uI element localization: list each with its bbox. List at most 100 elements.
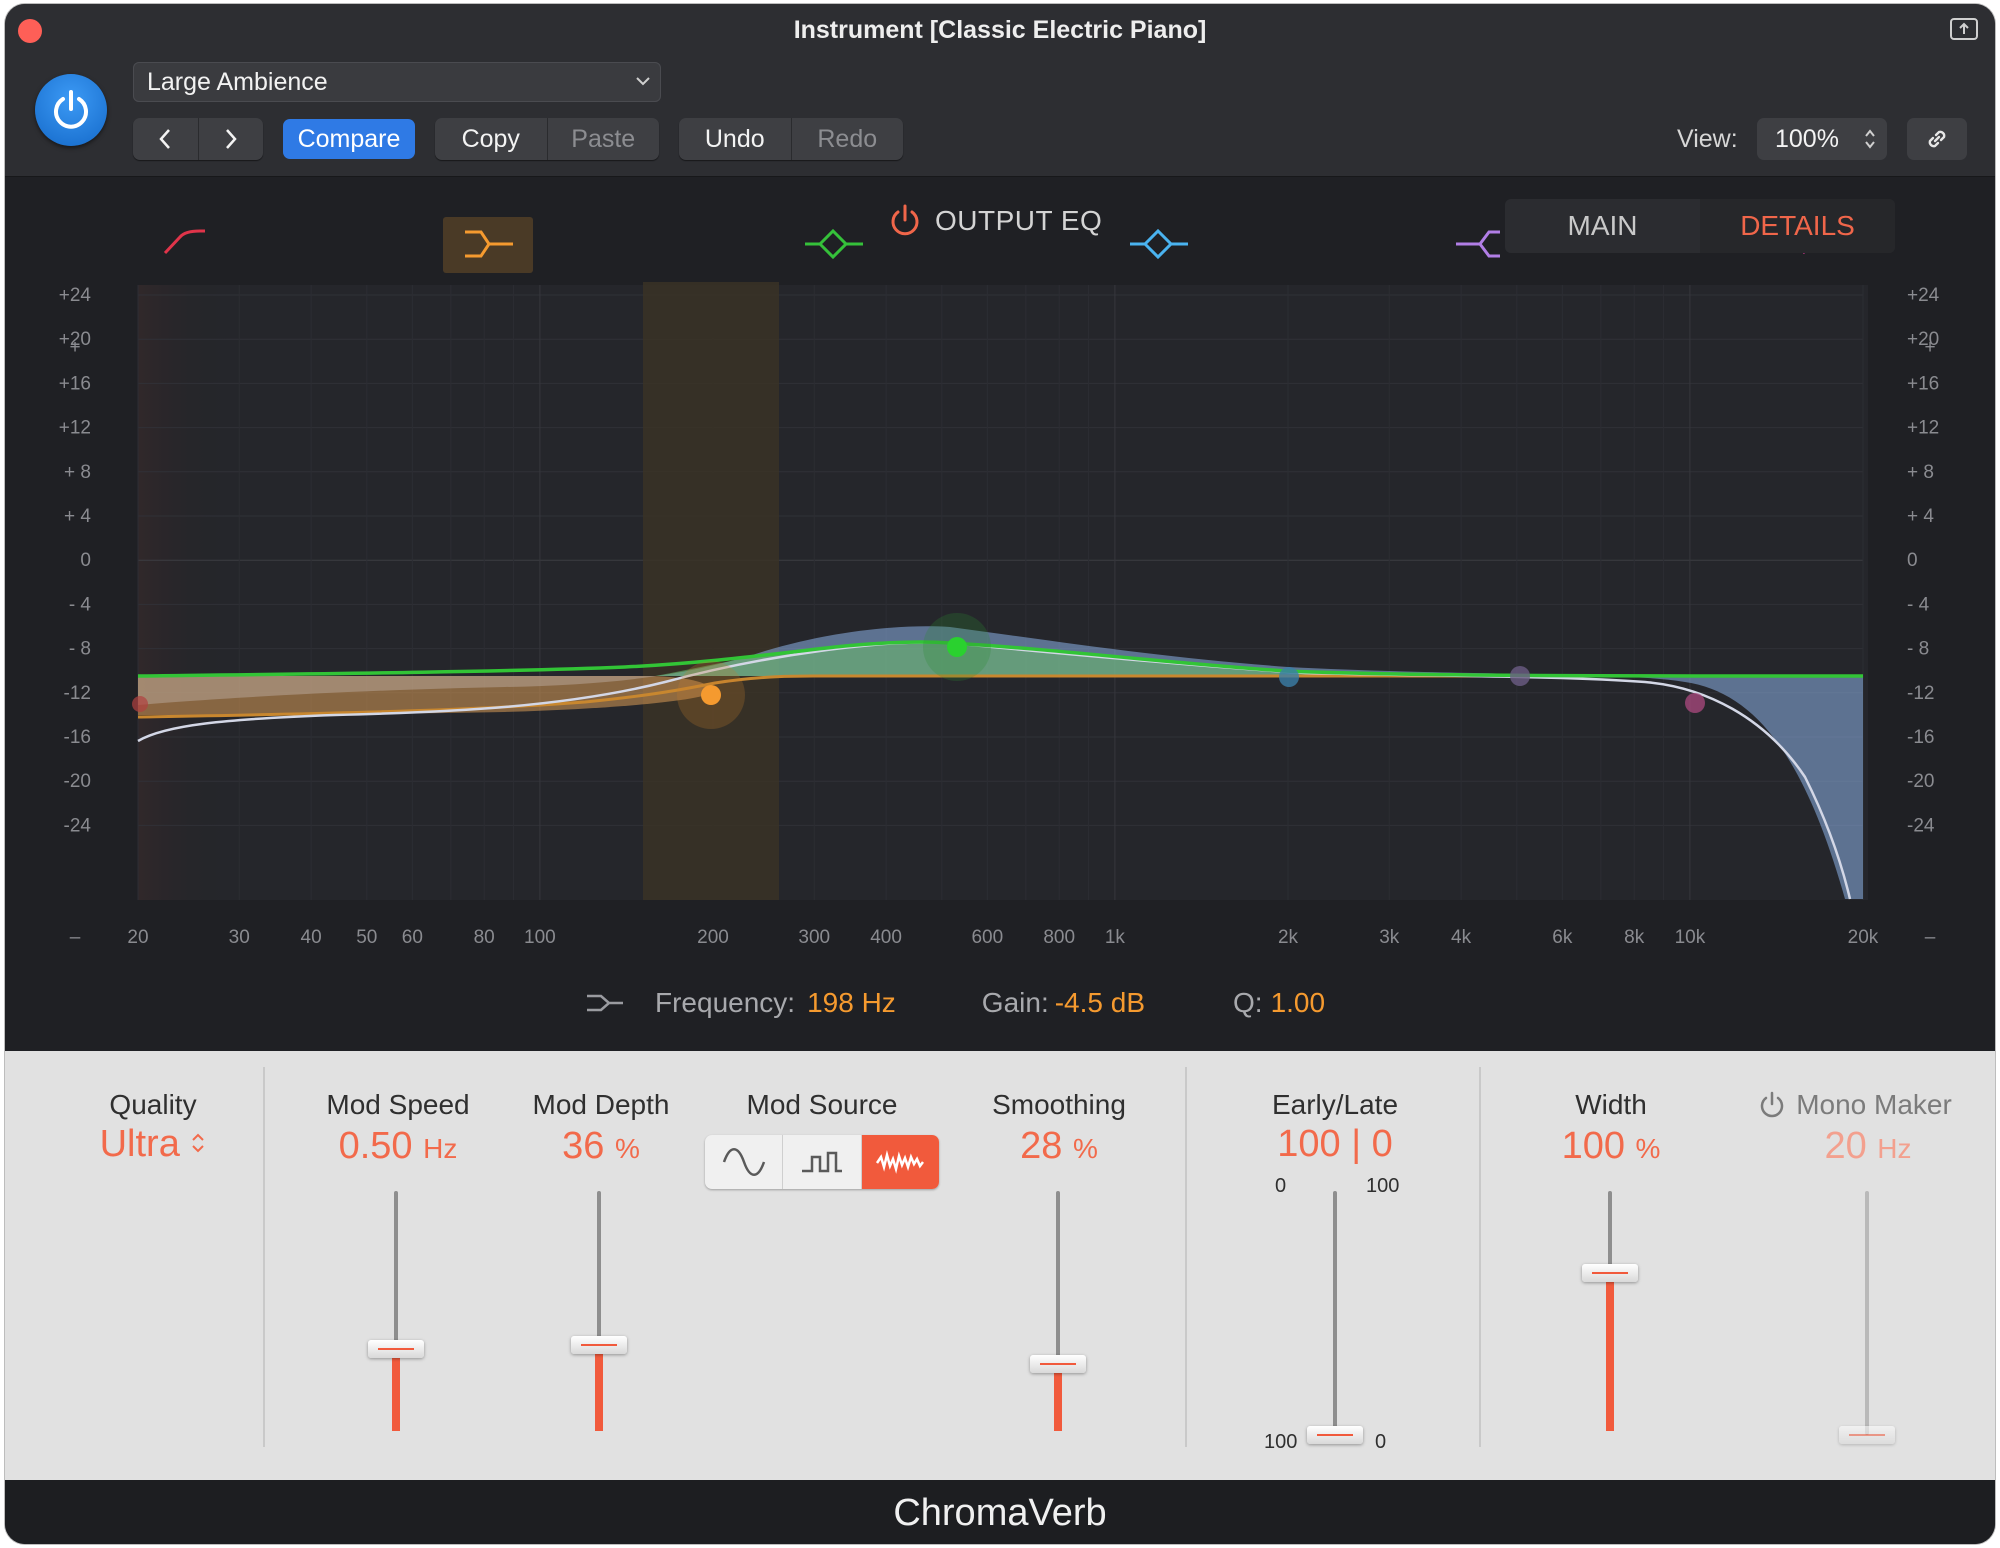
up-down-chevron-icon: [1865, 129, 1875, 149]
db-tick-label: + 8: [1907, 462, 1934, 483]
next-preset-button[interactable]: [197, 118, 264, 160]
quality-selector[interactable]: Ultra: [53, 1123, 253, 1166]
band-5-handle[interactable]: [1510, 666, 1530, 686]
freq-tick-label: 3k: [1379, 927, 1400, 948]
chevron-down-icon: [636, 77, 650, 86]
redo-button[interactable]: Redo: [790, 118, 904, 160]
smoothing-readout: 28 %: [959, 1125, 1159, 1168]
width-slider-knob[interactable]: [1582, 1263, 1638, 1282]
q-value[interactable]: 1.00: [1271, 987, 1326, 1019]
band-4-bell-icon[interactable]: [1130, 228, 1188, 260]
mod-depth-unit: %: [614, 1133, 640, 1164]
previous-preset-button[interactable]: [133, 118, 198, 160]
db-tick-label: - 8: [1907, 639, 1929, 660]
mono-maker-unit: Hz: [1877, 1133, 1912, 1164]
db-tick-label: +12: [59, 418, 91, 439]
mod-source-selector: [705, 1135, 939, 1189]
sine-icon[interactable]: [705, 1135, 782, 1189]
view-zoom-value: 100%: [1775, 125, 1839, 153]
selected-band-highlight: [643, 282, 779, 900]
eq-power-icon[interactable]: [887, 203, 923, 239]
output-eq-panel: +24 +20 +16 +12 + 8 + 40- 4- 8 -12 -16 -20 -24 + – …: [5, 177, 1995, 1051]
band-3-handle[interactable]: [947, 637, 967, 657]
link-button[interactable]: [1907, 118, 1967, 160]
freq-tick-label: 2k: [1278, 927, 1299, 948]
chevron-right-icon: [225, 129, 237, 149]
mono-maker-slider-knob[interactable]: [1839, 1426, 1895, 1444]
output-eq-title: OUTPUT EQ: [935, 205, 1103, 236]
slider-track: [1865, 1191, 1869, 1435]
band-3-bell-icon[interactable]: [805, 228, 863, 260]
preset-selector[interactable]: Large Ambience: [133, 62, 661, 102]
q-label: Q:: [1233, 987, 1263, 1018]
early-late-label: Early/Late: [1271, 1089, 1399, 1120]
freq-tick-label: 300: [798, 927, 830, 948]
mod-speed-readout: 0.50 Hz: [298, 1125, 498, 1168]
db-tick-label: +16: [1907, 373, 1939, 394]
mono-maker-power-icon[interactable]: [1758, 1090, 1786, 1120]
chevron-left-icon: [159, 129, 171, 149]
tab-main[interactable]: MAIN: [1505, 199, 1700, 253]
freq-tick-label: 50: [356, 927, 377, 948]
reverb-controls: Quality Ultra Mod Speed 0.50 Hz Mod Dept…: [5, 1051, 1995, 1480]
preset-navigation: [133, 118, 263, 160]
db-tick-label: -12: [1907, 683, 1934, 704]
band-1-handle[interactable]: [132, 696, 148, 712]
eq-plot-area: [138, 285, 1868, 900]
band-1-lowcut-icon[interactable]: [163, 229, 205, 255]
slider-fill: [1606, 1272, 1614, 1431]
band-6-handle[interactable]: [1685, 693, 1705, 713]
early-late-bottom-left: 100: [1264, 1431, 1298, 1453]
mono-maker-value: 20: [1824, 1125, 1867, 1167]
mod-speed-value: 0.50: [338, 1125, 413, 1167]
mod-depth-slider-knob[interactable]: [571, 1335, 627, 1354]
early-late-top-right: 100: [1366, 1175, 1400, 1197]
noise-icon[interactable]: [860, 1135, 939, 1189]
db-tick-label: +24: [59, 285, 92, 306]
plugin-footer: ChromaVerb: [5, 1480, 1995, 1544]
frequency-value[interactable]: 198 Hz: [807, 987, 896, 1019]
plugin-header: Instrument [Classic Electric Piano] Larg…: [5, 4, 1995, 177]
paste-button[interactable]: Paste: [546, 118, 660, 160]
mono-maker-header: Mono Maker: [1725, 1089, 1985, 1121]
freq-tick-label: 400: [870, 927, 902, 948]
band-parameter-bar: Frequency: 198 Hz Gain: -4.5 dB Q: 1.00: [585, 985, 1325, 1021]
band-5-highshelf-icon[interactable]: [1456, 230, 1500, 258]
freq-tick-label: 1k: [1105, 927, 1126, 948]
db-tick-label: +24: [1907, 285, 1940, 306]
plugin-window: Instrument [Classic Electric Piano] Larg…: [5, 4, 1995, 1544]
freq-tick-label: 10k: [1675, 927, 1706, 948]
smoothing-slider-knob[interactable]: [1030, 1354, 1086, 1373]
band-2-handle[interactable]: [701, 685, 721, 705]
eq-graph[interactable]: +24+20+16+12+ 8+ 40- 4- 8-12-16-20-24+– …: [5, 177, 1995, 1051]
early-late-top-left: 0: [1275, 1175, 1287, 1197]
output-eq-header: OUTPUT EQ: [887, 203, 1102, 239]
db-tick-label: -16: [64, 727, 91, 748]
width-unit: %: [1635, 1133, 1661, 1164]
view-zoom-selector[interactable]: 100%: [1757, 118, 1887, 160]
early-late-value[interactable]: 100 | 0: [1235, 1123, 1435, 1166]
db-tick-label: + 4: [1907, 506, 1934, 527]
tab-details[interactable]: DETAILS: [1700, 199, 1895, 253]
share-icon[interactable]: [1949, 16, 1979, 42]
band-4-handle[interactable]: [1279, 667, 1299, 687]
mod-speed-slider-knob[interactable]: [368, 1340, 424, 1359]
db-tick-label: -24: [1907, 815, 1935, 836]
early-late-slider-knob[interactable]: [1307, 1426, 1363, 1444]
freq-tick-label: 4k: [1451, 927, 1472, 948]
db-tick-label: - 8: [69, 639, 91, 660]
early-late-bottom-right: 0: [1375, 1431, 1387, 1453]
compare-button[interactable]: Compare: [283, 119, 415, 159]
gain-value[interactable]: -4.5 dB: [1055, 987, 1145, 1019]
square-icon[interactable]: [782, 1135, 860, 1189]
copy-button[interactable]: Copy: [435, 118, 547, 160]
mono-maker-label: Mono Maker: [1796, 1089, 1952, 1120]
frequency-scale: 20 30 40 50 60 80 100 200 300 400 600 800 1k 2k 3k 4k 6k…: [127, 927, 1878, 948]
db-tick-label: -12: [64, 683, 91, 704]
band-2-lowshelf-icon[interactable]: [443, 217, 533, 273]
freq-tick-label: 20k: [1848, 927, 1879, 948]
undo-button[interactable]: Undo: [679, 118, 791, 160]
db-tick-label: 0: [80, 550, 91, 571]
plugin-power-button[interactable]: [35, 74, 107, 146]
slider-track: [1333, 1191, 1337, 1435]
